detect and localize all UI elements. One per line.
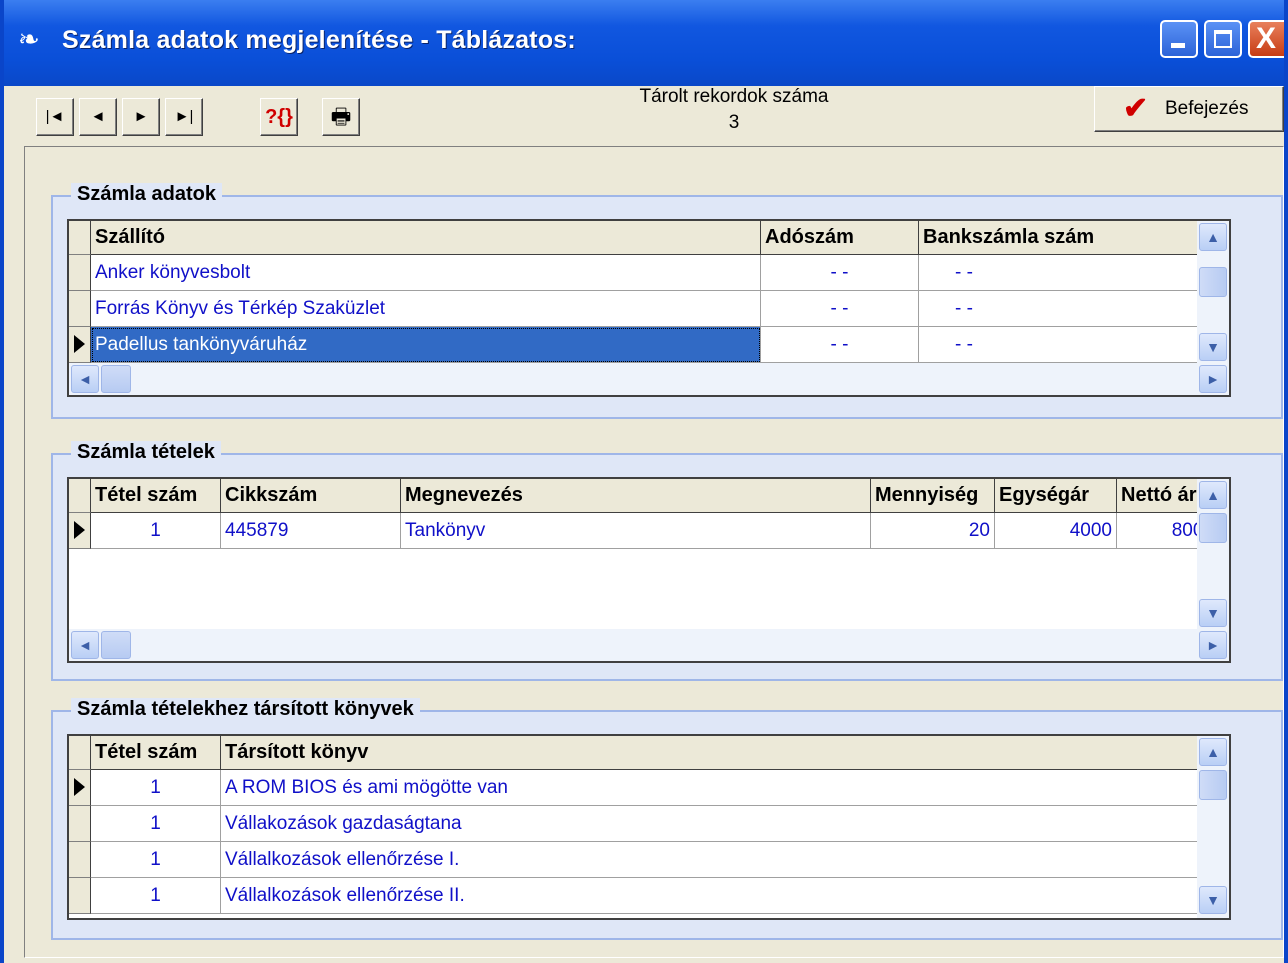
scroll-down-icon[interactable]: ▼ [1199,599,1227,627]
table-cell[interactable]: Anker könyvesbolt [91,255,761,291]
table-cell[interactable]: - - [919,291,1219,327]
table-cell-selected[interactable]: Padellus tankönyváruház [91,327,761,363]
row-indicator[interactable] [69,806,91,842]
header-indicator [69,479,91,513]
table-cell[interactable]: Forrás Könyv és Térkép Szaküzlet [91,291,761,327]
help-button[interactable]: ?{} [260,98,298,136]
table-cell[interactable]: 4000 [995,513,1117,549]
table-cell[interactable]: Vállakozások gazdaságtana [221,806,1219,842]
column-header[interactable]: Tétel szám [91,479,221,513]
current-row-icon [74,335,85,353]
scroll-thumb[interactable] [1199,513,1227,543]
table-cell[interactable]: Vállalkozások ellenőrzése II. [221,878,1219,914]
table-cell[interactable]: 20 [871,513,995,549]
minimize-icon [1171,43,1185,48]
scroll-up-icon[interactable]: ▲ [1199,481,1227,509]
group-title: Számla adatok [71,183,222,206]
column-header[interactable]: Egységár [995,479,1117,513]
table-cell[interactable]: Tankönyv [401,513,871,549]
last-record-button[interactable]: ►| [165,98,203,136]
group-title: Számla tételekhez társított könyvek [71,698,420,721]
column-header[interactable]: Mennyiség [871,479,995,513]
column-header[interactable]: Cikkszám [221,479,401,513]
current-row-icon [74,521,85,539]
scroll-left-icon[interactable]: ◄ [71,365,99,393]
scroll-thumb[interactable] [1199,267,1227,297]
table-cell[interactable]: - - [919,327,1219,363]
table-cell[interactable]: 445879 [221,513,401,549]
table-cell[interactable]: A ROM BIOS és ami mögötte van [221,770,1219,806]
row-indicator[interactable] [69,291,91,327]
column-header[interactable]: Megnevezés [401,479,871,513]
column-header[interactable]: Társított könyv [221,736,1219,770]
scroll-right-icon[interactable]: ► [1199,631,1227,659]
checkmark-icon: ✔ [1123,92,1149,125]
table-cell[interactable]: Vállalkozások ellenőrzése I. [221,842,1219,878]
scroll-thumb[interactable] [1199,770,1227,800]
scroll-down-icon[interactable]: ▼ [1199,333,1227,361]
scroll-thumb[interactable] [101,631,131,659]
table-cell[interactable]: 1 [91,770,221,806]
header-indicator [69,221,91,255]
associated-books-group: Számla tételekhez társított könyvek Téte… [51,698,1283,940]
record-count-label: Tárolt rekordok száma [639,86,829,107]
scroll-up-icon[interactable]: ▲ [1199,738,1227,766]
print-button[interactable]: 🖶 [322,98,360,136]
table-cell[interactable]: 1 [91,878,221,914]
title-bar[interactable]: ❧ Számla adatok megjelenítése - Táblázat… [4,0,1284,86]
items-grid[interactable]: Tétel szám Cikkszám Megnevezés Mennyiség… [67,477,1231,663]
row-indicator-current[interactable] [69,770,91,806]
table-cell[interactable]: - - [761,327,919,363]
scroll-left-icon[interactable]: ◄ [71,631,99,659]
row-indicator-current[interactable] [69,513,91,549]
table-cell[interactable]: 1 [91,513,221,549]
table-cell[interactable]: 1 [91,806,221,842]
scroll-thumb[interactable] [101,365,131,393]
next-record-button[interactable]: ► [122,98,160,136]
row-indicator-current[interactable] [69,327,91,363]
vertical-scrollbar[interactable]: ▲ ▼ [1197,479,1229,629]
vertical-scrollbar[interactable]: ▲ ▼ [1197,736,1229,918]
current-row-icon [74,778,85,796]
books-grid[interactable]: Tétel szám Társított könyv 1 A ROM BIOS … [67,734,1231,920]
row-indicator[interactable] [69,878,91,914]
main-window: ❧ Számla adatok megjelenítése - Táblázat… [0,0,1288,963]
row-indicator[interactable] [69,842,91,878]
row-indicator[interactable] [69,255,91,291]
group-title: Számla tételek [71,441,221,464]
vertical-scrollbar[interactable]: ▲ ▼ [1197,221,1229,363]
record-count-value: 3 [728,112,740,133]
horizontal-scrollbar[interactable]: ◄ ► [69,363,1229,395]
first-record-button[interactable]: |◄ [36,98,74,136]
finish-button[interactable]: ✔ Befejezés [1094,86,1284,132]
column-header[interactable]: Bankszámla szám [919,221,1219,255]
finish-button-label: Befejezés [1165,98,1249,119]
book-icon: ❧ [18,24,40,54]
toolbar: |◄ ◄ ► ►| ?{} 🖶 Tárolt rekordok száma 3 … [4,86,1284,144]
table-cell[interactable]: 1 [91,842,221,878]
scroll-down-icon[interactable]: ▼ [1199,886,1227,914]
table-cell[interactable]: - - [919,255,1219,291]
close-button[interactable]: X [1248,20,1284,58]
scroll-right-icon[interactable]: ► [1199,365,1227,393]
table-cell[interactable]: - - [761,255,919,291]
maximize-icon [1214,30,1232,48]
horizontal-scrollbar[interactable]: ◄ ► [69,629,1229,661]
previous-record-button[interactable]: ◄ [79,98,117,136]
table-cell[interactable]: - - [761,291,919,327]
header-indicator [69,736,91,770]
column-header[interactable]: Adószám [761,221,919,255]
invoice-items-group: Számla tételek Tétel szám Cikkszám Megne… [51,441,1283,681]
client-area: Számla adatok Szállító Adószám Bankszáml… [24,146,1284,958]
window-title: Számla adatok megjelenítése - Táblázatos… [62,26,576,54]
invoice-data-group: Számla adatok Szállító Adószám Bankszáml… [51,183,1283,419]
minimize-button[interactable] [1160,20,1198,58]
scroll-up-icon[interactable]: ▲ [1199,223,1227,251]
column-header[interactable]: Szállító [91,221,761,255]
column-header[interactable]: Tétel szám [91,736,221,770]
close-icon: X [1256,22,1277,55]
invoice-grid[interactable]: Szállító Adószám Bankszámla szám Anker k… [67,219,1231,397]
maximize-button[interactable] [1204,20,1242,58]
